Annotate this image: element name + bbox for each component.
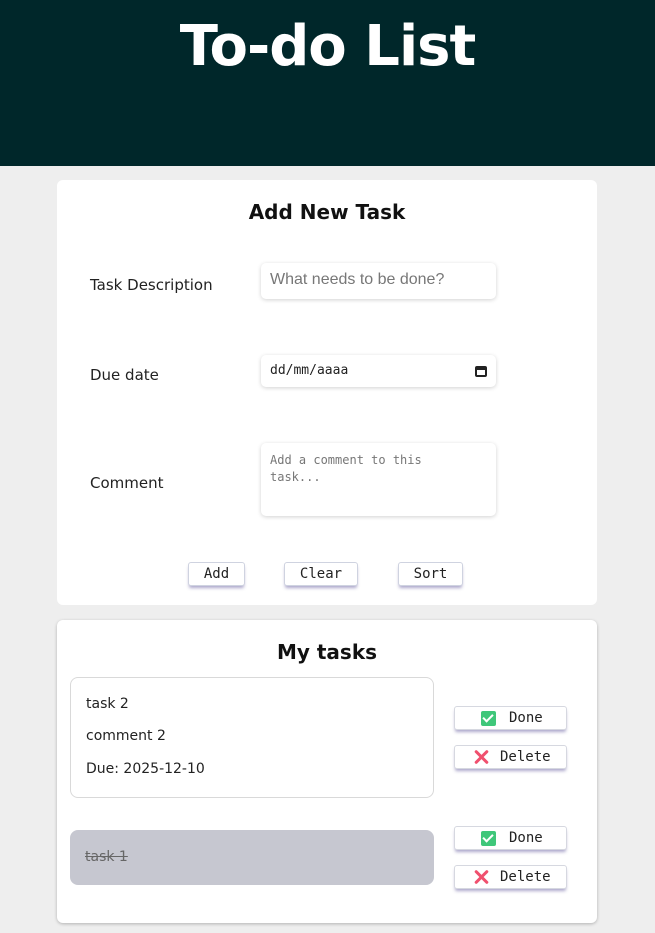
add-button[interactable]: Add bbox=[188, 562, 245, 586]
task-item-1: task 1 bbox=[70, 830, 434, 885]
comment-label: Comment bbox=[90, 474, 164, 492]
task-comment: comment 2 bbox=[86, 728, 166, 744]
comment-placeholder-line1: Add a comment to this bbox=[270, 453, 422, 467]
task-due: Due: 2025-12-10 bbox=[86, 761, 205, 777]
description-label: Task Description bbox=[90, 276, 213, 294]
comment-textarea[interactable]: Add a comment to this task... bbox=[261, 443, 496, 516]
close-icon bbox=[472, 868, 490, 886]
description-input[interactable]: What needs to be done? bbox=[261, 263, 496, 299]
done-label: Done bbox=[509, 710, 543, 726]
task-item-2: task 2 comment 2 Due: 2025-12-10 bbox=[70, 677, 434, 798]
check-icon bbox=[481, 711, 496, 726]
delete-label: Delete bbox=[500, 869, 551, 885]
page-title: To-do List bbox=[179, 14, 477, 79]
sort-button[interactable]: Sort bbox=[398, 562, 463, 586]
task-name: task 2 bbox=[86, 696, 129, 712]
task-2-done-button[interactable]: Done bbox=[454, 706, 567, 730]
description-placeholder: What needs to be done? bbox=[270, 271, 445, 288]
delete-label: Delete bbox=[500, 749, 551, 765]
task-1-delete-button[interactable]: Delete bbox=[454, 865, 567, 889]
comment-placeholder-line2: task... bbox=[270, 470, 321, 484]
add-task-title: Add New Task bbox=[248, 200, 406, 224]
due-date-label: Due date bbox=[90, 366, 159, 384]
my-tasks-title: My tasks bbox=[276, 640, 378, 664]
task-1-done-button[interactable]: Done bbox=[454, 826, 567, 850]
task-2-delete-button[interactable]: Delete bbox=[454, 745, 567, 769]
close-icon bbox=[472, 748, 490, 766]
my-tasks-card: My tasks task 2 comment 2 Due: 2025-12-1… bbox=[57, 620, 597, 923]
due-date-input[interactable]: dd/mm/aaaa bbox=[261, 355, 496, 387]
check-icon bbox=[481, 831, 496, 846]
add-task-card: Add New Task Task Description What needs… bbox=[57, 180, 597, 605]
app-header: To-do List bbox=[0, 0, 655, 166]
task-name: task 1 bbox=[85, 849, 128, 865]
clear-button[interactable]: Clear bbox=[284, 562, 358, 586]
done-label: Done bbox=[509, 830, 543, 846]
calendar-icon[interactable] bbox=[475, 366, 487, 377]
due-date-placeholder: dd/mm/aaaa bbox=[270, 363, 349, 378]
